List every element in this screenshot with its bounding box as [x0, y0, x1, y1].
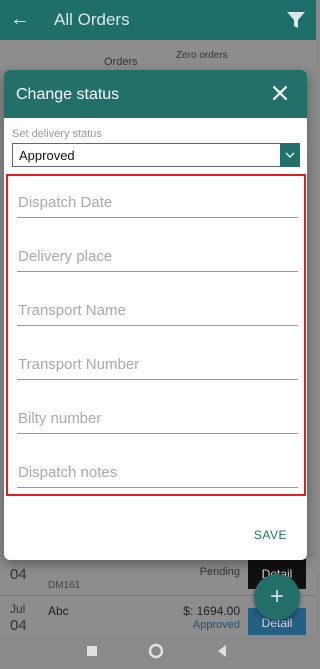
delivery-status-select[interactable]: Approved: [12, 143, 300, 167]
home-icon[interactable]: [148, 643, 164, 659]
order-amount: $: 1694.00: [183, 604, 240, 618]
back-icon[interactable]: [214, 643, 230, 659]
zero-orders-column-header: Zero orders: [176, 50, 228, 61]
order-status: Approved: [192, 619, 240, 631]
order-day: 04: [10, 617, 27, 634]
order-customer: Abc: [48, 604, 69, 618]
app-bar: ← All Orders: [0, 0, 316, 40]
recents-icon[interactable]: [84, 643, 100, 659]
bilty-number-field[interactable]: [17, 404, 298, 434]
dispatch-date-field[interactable]: [17, 188, 298, 218]
dispatch-date-input[interactable]: [17, 188, 298, 216]
transport-number-field[interactable]: [17, 350, 298, 380]
transport-name-field[interactable]: [17, 296, 298, 326]
transport-name-input[interactable]: [17, 296, 298, 324]
table-header: Orders Zero orders: [0, 40, 316, 70]
plus-icon: +: [269, 583, 284, 610]
dialog-title: Change status: [16, 86, 120, 103]
dropdown-arrow[interactable]: [280, 143, 300, 167]
status-label: Set delivery status: [12, 128, 102, 140]
dispatch-fields-group: [6, 174, 306, 496]
system-nav-bar: [0, 635, 316, 669]
close-icon[interactable]: [269, 82, 291, 104]
chevron-down-icon: [285, 152, 295, 159]
order-code: DM161: [48, 580, 81, 591]
delivery-place-input[interactable]: [17, 242, 298, 270]
filter-icon[interactable]: [286, 10, 306, 30]
dispatch-notes-field[interactable]: [17, 458, 298, 488]
back-arrow-icon[interactable]: ←: [10, 8, 30, 31]
add-button[interactable]: +: [254, 574, 300, 620]
page-title: All Orders: [54, 10, 130, 29]
dispatch-notes-input[interactable]: [17, 458, 298, 486]
order-day: 04: [10, 566, 27, 583]
order-month: Jul: [10, 602, 26, 616]
order-status: Pending: [199, 566, 240, 578]
orders-column-header: Orders: [104, 56, 138, 68]
status-value: Approved: [19, 148, 75, 163]
delivery-place-field[interactable]: [17, 242, 298, 272]
save-button[interactable]: SAVE: [254, 528, 287, 542]
change-status-dialog: Change status Set delivery status Approv…: [4, 70, 307, 560]
transport-number-input[interactable]: [17, 350, 298, 378]
dialog-header: Change status: [4, 70, 307, 118]
bilty-number-input[interactable]: [17, 404, 298, 432]
